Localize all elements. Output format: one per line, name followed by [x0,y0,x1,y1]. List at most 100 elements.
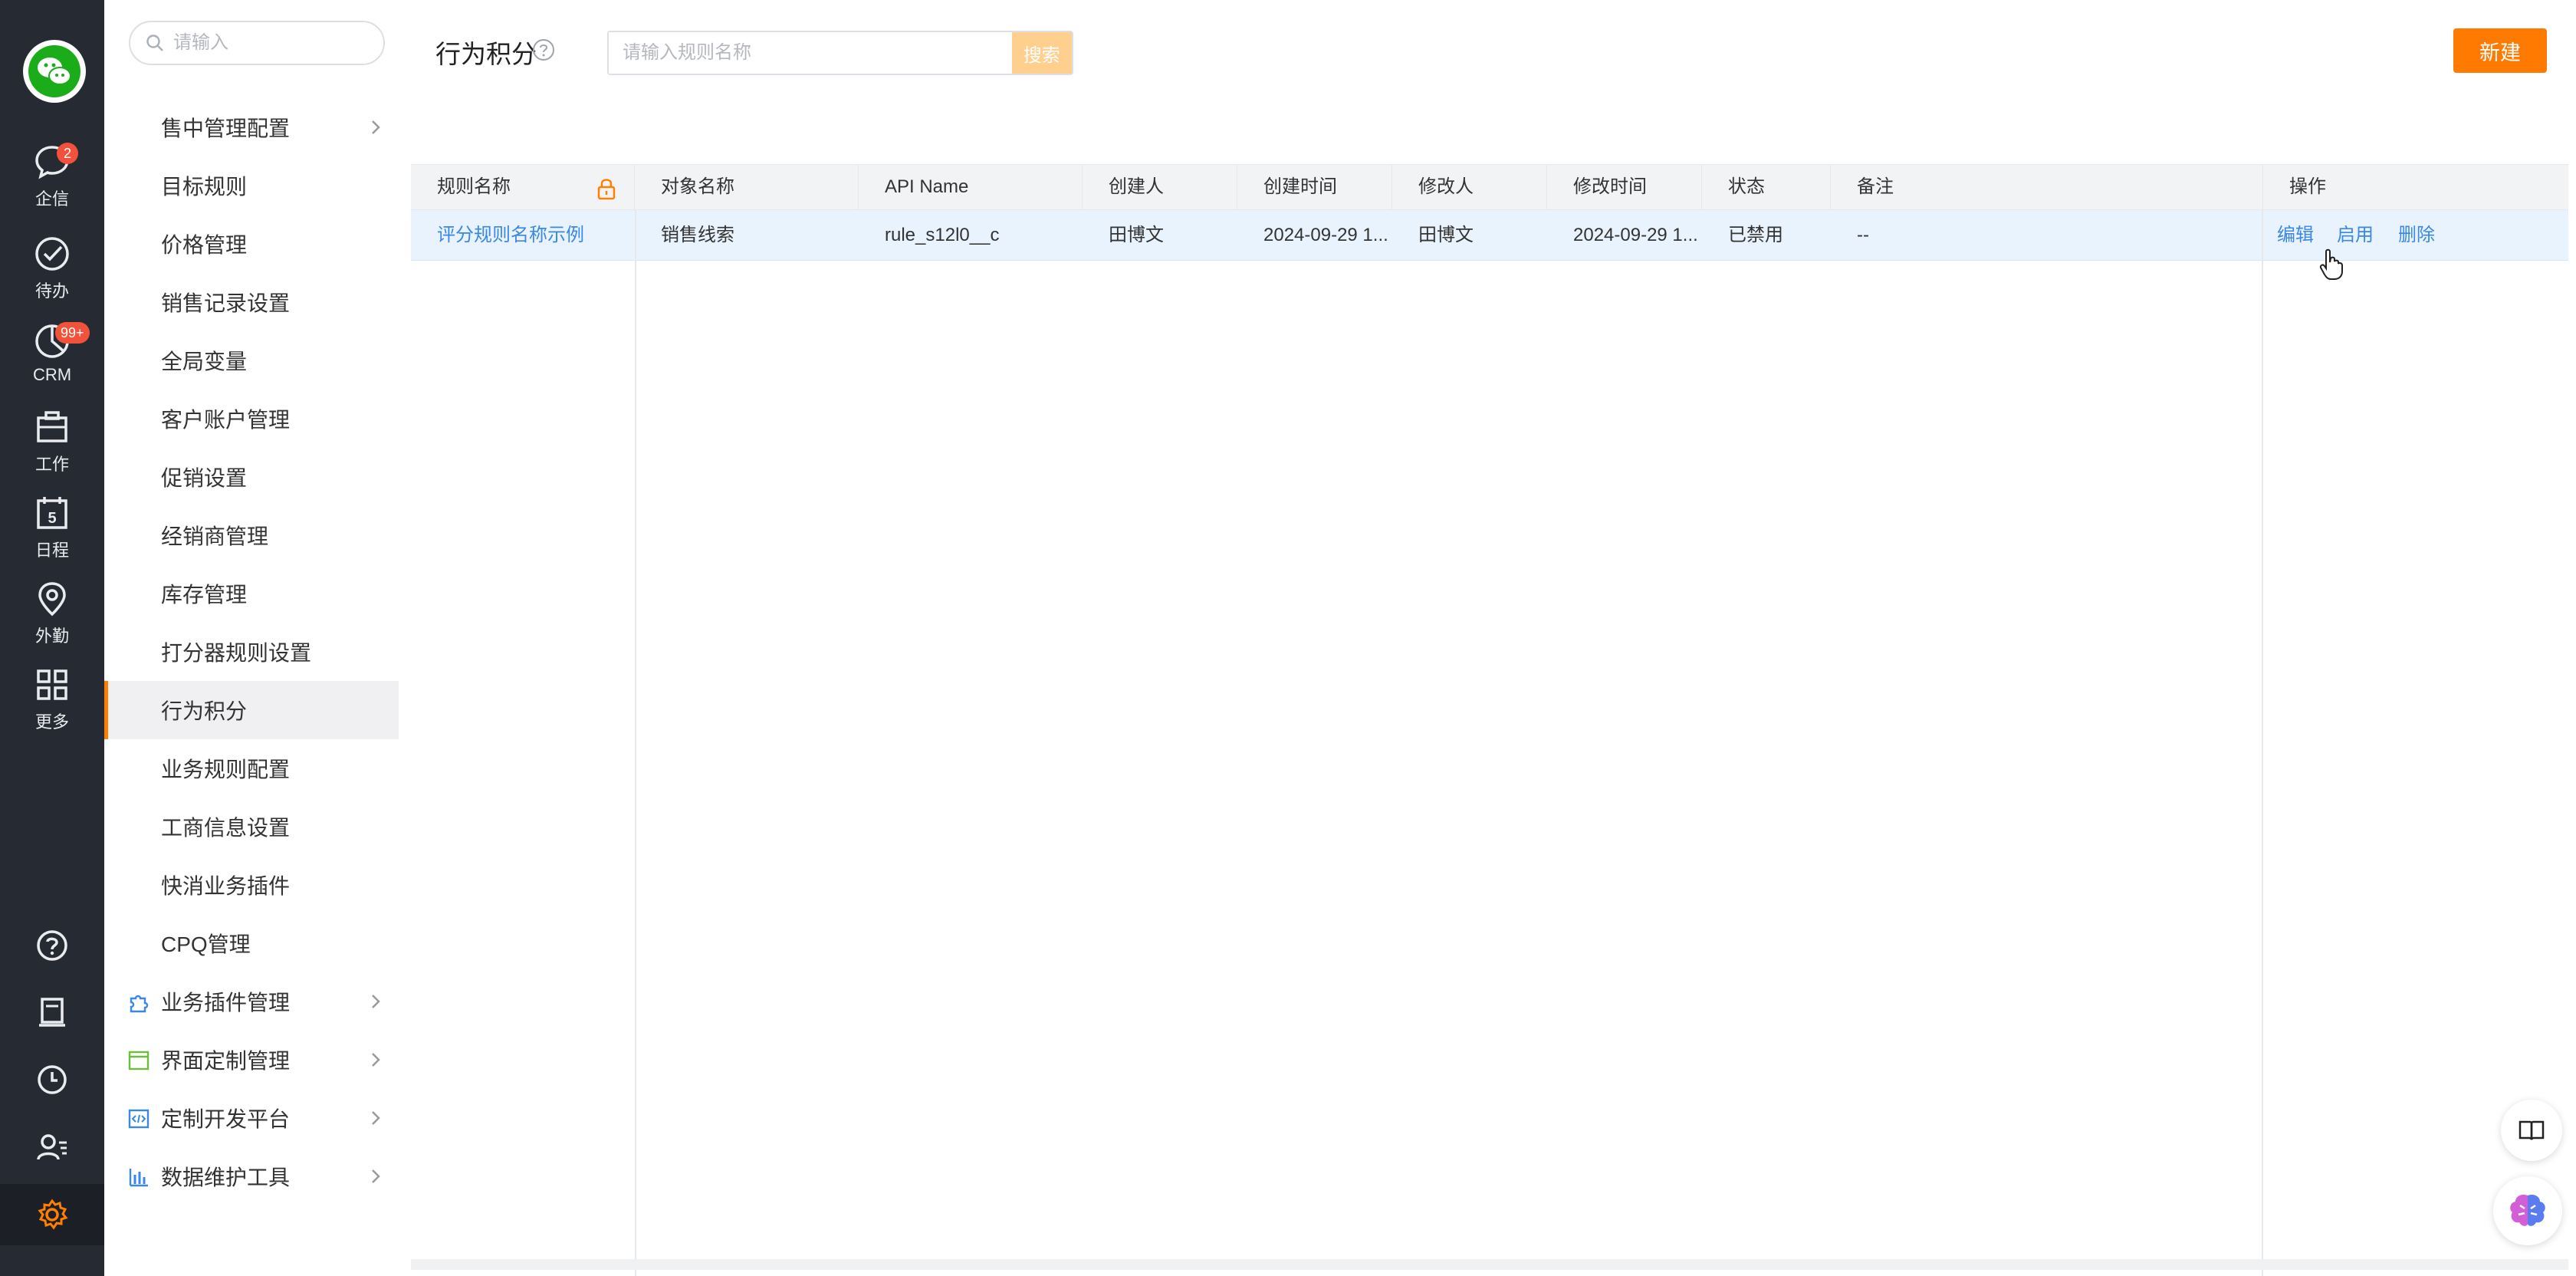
code-icon [128,1109,150,1129]
sidebar-item-customer-account[interactable]: 客户账户管理 [104,390,399,448]
sidebar-item-label: 客户账户管理 [161,408,291,432]
rail-history-button[interactable] [0,1057,104,1103]
sidebar-item-global-vars[interactable]: 全局变量 [104,331,399,390]
calendar-icon: 5 [37,497,67,529]
search-icon [146,35,163,51]
chevron-right-icon [372,1053,380,1067]
rail-item-label: 工作 [34,455,69,474]
sidebar-item-label: 经销商管理 [161,525,269,548]
delete-link[interactable]: 删除 [2398,210,2435,261]
hand-cursor-icon [2319,248,2343,280]
sidebar-item-promotion[interactable]: 促销设置 [104,448,399,506]
chevron-right-icon [372,1169,380,1183]
sidebar-group-data-maintenance[interactable]: 数据维护工具 [104,1147,399,1205]
horizontal-scrollbar[interactable] [411,1259,2568,1270]
rail-badge: 99+ [55,322,90,344]
sidebar-item-label: 定制开发平台 [161,1107,291,1131]
sidebar-item-presales-config[interactable]: 售中管理配置 [104,98,399,156]
rail-badge: 2 [57,143,78,164]
rail-item-label: CRM [32,365,72,384]
rule-name-link[interactable]: 评分规则名称示例 [411,210,635,261]
svg-text:5: 5 [48,510,56,527]
rail-item-crm[interactable]: 99+ CRM [0,322,104,402]
column-header-label: 规则名称 [437,176,511,197]
guide-book-button[interactable] [2501,1100,2562,1161]
column-divider [2262,210,2263,1276]
sidebar-item-target-rules[interactable]: 目标规则 [104,156,399,215]
user-list-icon [37,1134,67,1160]
chevron-right-icon [372,120,380,134]
sidebar-item-dealer[interactable]: 经销商管理 [104,506,399,564]
rule-search-input[interactable] [609,32,1012,74]
sidebar-group-ui-customization[interactable]: 界面定制管理 [104,1031,399,1089]
sidebar-item-label: 行为积分 [161,699,248,723]
sidebar-item-label: 打分器规则设置 [161,641,312,665]
rail-item-label: 待办 [34,281,69,301]
sidebar-group-dev-platform[interactable]: 定制开发平台 [104,1089,399,1147]
sidebar-item-label: 库存管理 [161,583,248,607]
question-circle-icon[interactable] [532,38,555,61]
chevron-right-icon [372,995,380,1008]
settings-sidebar: 售中管理配置 目标规则 价格管理 销售记录设置 全局变量 客户账户管理 促销设置… [104,0,511,1276]
document-icon [39,998,65,1027]
wechat-logo-icon [28,45,80,97]
sidebar-item-inventory[interactable]: 库存管理 [104,564,399,623]
ai-brain-icon [2510,1194,2545,1226]
sidebar-item-sales-records[interactable]: 销售记录设置 [104,273,399,331]
sidebar-item-fmcg-plugin[interactable]: 快消业务插件 [104,856,399,914]
column-divider [635,210,636,1276]
sidebar-item-label: 业务规则配置 [161,758,291,781]
edit-link[interactable]: 编辑 [2277,210,2314,261]
sidebar-item-label: 售中管理配置 [161,117,291,140]
rail-item-more[interactable]: 更多 [0,666,104,745]
sidebar-item-scorer-rules[interactable]: 打分器规则设置 [104,623,399,681]
lock-icon[interactable] [596,177,616,200]
rail-settings-button[interactable] [0,1184,104,1245]
rail-contacts-button[interactable] [0,1124,104,1170]
search-button[interactable]: 搜索 [1011,32,1072,74]
new-button[interactable]: 新建 [2453,28,2547,73]
rail-item-label: 外勤 [34,626,69,646]
remark-cell: -- [1857,225,1869,245]
sidebar-search-input[interactable] [173,32,365,54]
sidebar-item-business-rules[interactable]: 业务规则配置 [104,739,399,798]
sidebar-item-label: 销售记录设置 [161,291,291,315]
location-pin-icon [38,582,66,617]
table-row[interactable]: 评分规则名称示例 销售线索 rule_s12l0__c 田博文 2024-09-… [411,210,2568,261]
ai-assistant-button[interactable] [2493,1176,2562,1245]
sidebar-item-behavior-points[interactable]: 行为积分 [104,681,399,739]
table-header: 规则名称 对象名称 API Name 创建人 创建时间 修改人 修改时间 状态 … [411,164,2568,210]
sidebar-item-price[interactable]: 价格管理 [104,215,399,273]
column-header-modifier: 修改人 [1392,165,1547,209]
sidebar-item-label: 工商信息设置 [161,816,291,840]
rail-document-button[interactable] [0,989,104,1035]
column-header-created-at: 创建时间 [1237,165,1392,209]
check-circle-icon [35,237,69,271]
object-name-cell: 销售线索 [661,225,734,245]
rail-item-label: 更多 [34,712,69,732]
rail-item-qixin[interactable]: 2 企信 [0,143,104,222]
rule-search: 搜索 [607,31,1073,75]
rail-item-field[interactable]: 外勤 [0,580,104,659]
main-content: 行为积分 搜索 新建 规则名称 对象名称 A [411,0,2576,1276]
sidebar-item-label: 价格管理 [161,233,248,257]
app-logo[interactable] [23,40,86,103]
column-header-actions: 操作 [2289,176,2326,197]
clock-icon [38,1065,67,1094]
rail-item-label: 企信 [34,189,69,209]
rail-help-button[interactable] [0,922,104,969]
sidebar-item-cpq[interactable]: CPQ管理 [104,914,399,972]
open-book-icon [2518,1120,2545,1140]
sidebar-item-business-info[interactable]: 工商信息设置 [104,798,399,856]
column-header-modified-at: 修改时间 [1547,165,1702,209]
sidebar-item-label: 促销设置 [161,466,248,490]
sidebar-item-label: CPQ管理 [161,932,251,956]
rail-item-todo[interactable]: 待办 [0,235,104,314]
sidebar-group-plugin-management[interactable]: 业务插件管理 [104,972,399,1031]
column-header-object-name: 对象名称 [635,165,859,209]
rail-item-work[interactable]: 工作 [0,408,104,488]
rail-item-schedule[interactable]: 5 日程 [0,494,104,574]
sidebar-item-label: 界面定制管理 [161,1049,291,1073]
rail-item-label: 日程 [34,541,69,560]
creator-cell: 田博文 [1109,225,1164,245]
